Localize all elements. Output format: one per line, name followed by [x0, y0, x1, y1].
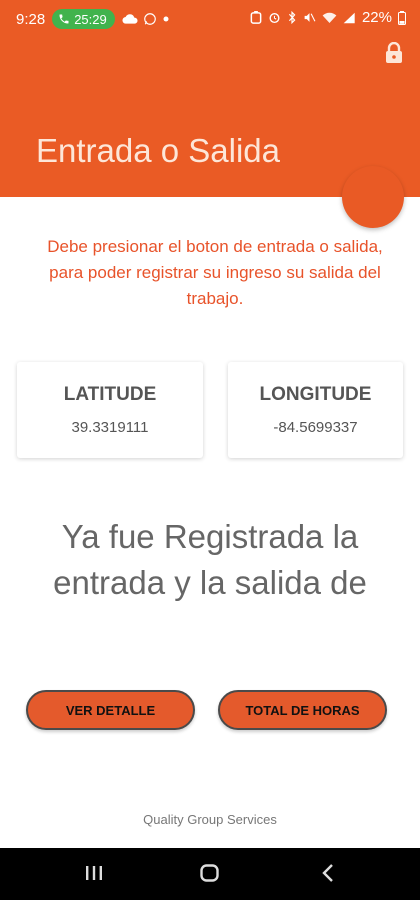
longitude-value: -84.5699337	[273, 419, 358, 436]
status-bar: 9:28 25:29 22%	[0, 0, 420, 36]
battery-icon	[398, 10, 406, 25]
alarm-icon	[269, 13, 280, 24]
call-duration: 25:29	[74, 11, 107, 27]
fab-button[interactable]	[342, 166, 404, 228]
signal-icon	[343, 12, 355, 23]
status-right: 22%	[250, 9, 406, 26]
battery-saver-icon	[250, 11, 262, 24]
latitude-label: LATITUDE	[63, 384, 157, 405]
bluetooth-icon	[288, 11, 296, 24]
wifi-icon	[322, 12, 337, 23]
longitude-card: LONGITUDE -84.5699337	[228, 362, 403, 458]
recent-apps-icon[interactable]	[85, 862, 103, 884]
notice-text: Debe presionar el boton de entrada o sal…	[47, 237, 383, 308]
latitude-card: LATITUDE 39.3319111	[17, 362, 203, 458]
home-icon[interactable]	[199, 862, 221, 884]
latitude-value: 39.3319111	[71, 419, 149, 436]
mute-icon	[304, 13, 316, 22]
total-hours-button[interactable]: TOTAL DE HORAS	[218, 690, 387, 730]
longitude-label: LONGITUDE	[259, 384, 372, 405]
cloud-icon	[122, 14, 138, 24]
call-pill[interactable]: 25:29	[52, 9, 115, 29]
footer-company: Quality Group Services	[143, 812, 277, 827]
page-title: Entrada o Salida	[36, 132, 281, 169]
whatsapp-icon	[143, 13, 156, 25]
view-detail-button[interactable]: VER DETALLE	[26, 690, 195, 730]
lock-icon[interactable]	[384, 42, 404, 64]
registration-message: Ya fue Registrada la entrada y la salida…	[53, 518, 367, 601]
dot-icon	[163, 16, 169, 22]
phone-icon	[59, 14, 69, 24]
status-time: 9:28	[16, 10, 46, 28]
status-left: 9:28 25:29	[16, 9, 170, 29]
back-icon[interactable]	[320, 862, 336, 884]
battery-percent: 22%	[361, 9, 392, 26]
nav-bar	[0, 848, 420, 900]
